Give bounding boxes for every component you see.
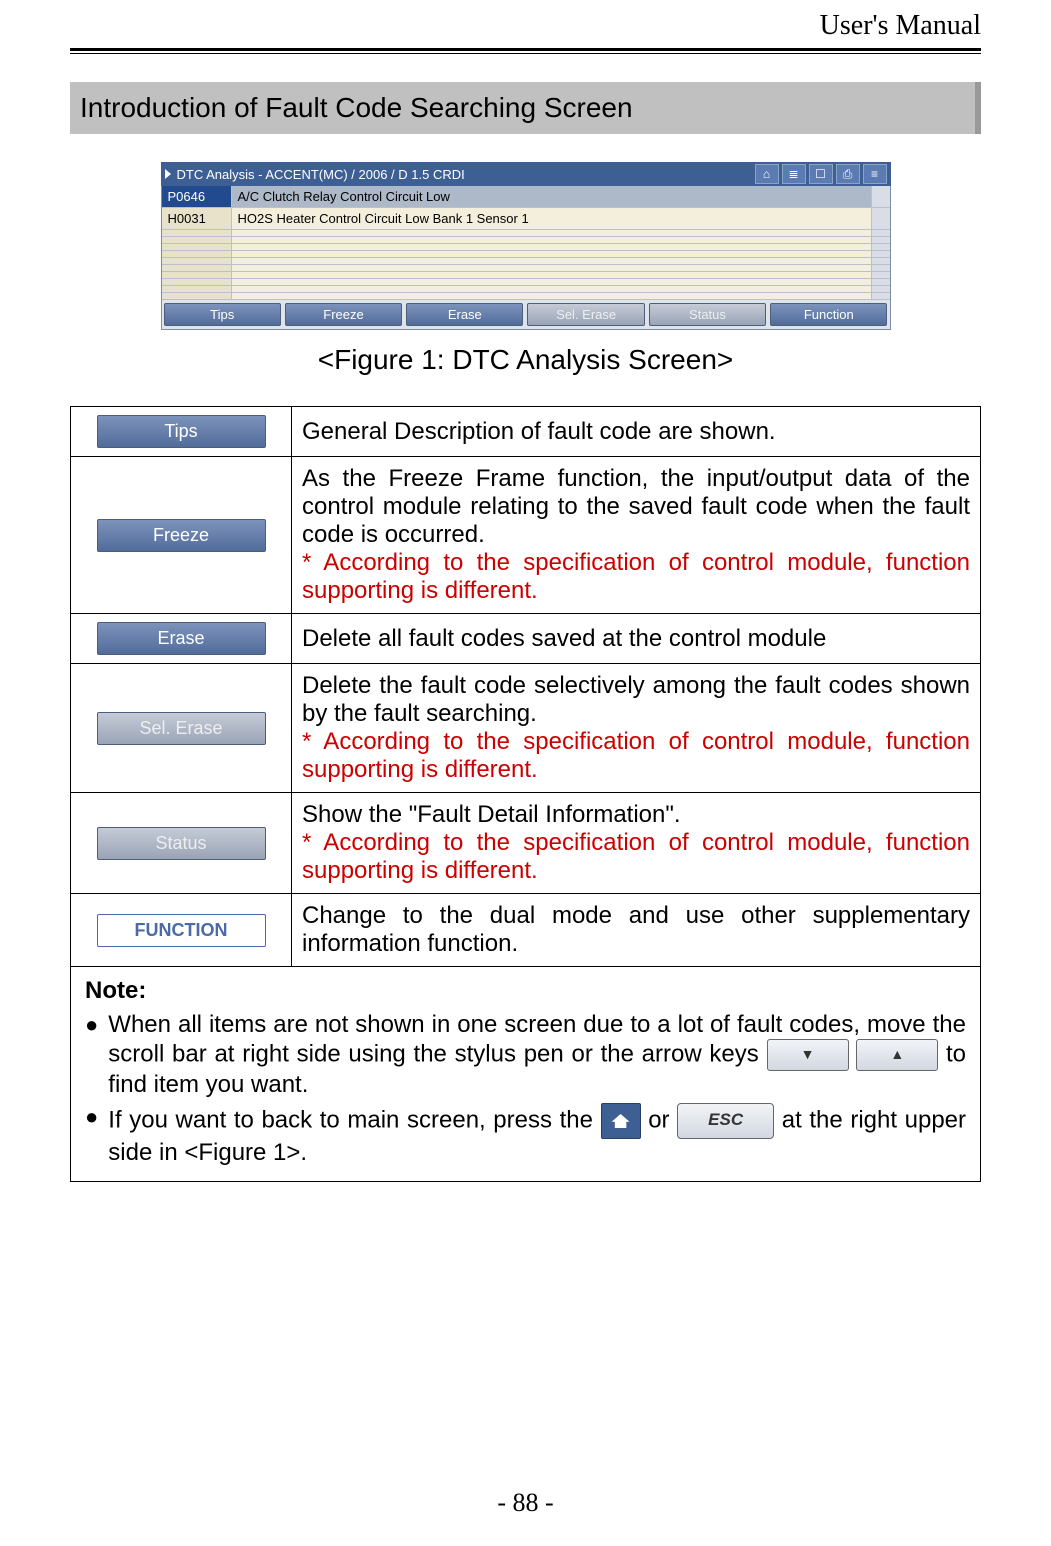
- dtc-cell: [232, 265, 872, 272]
- def-desc: General Description of fault code are sh…: [302, 418, 970, 446]
- dtc-footer-btn-erase[interactable]: Erase: [406, 303, 523, 326]
- dtc-cell: [232, 272, 872, 279]
- def-red-note: * According to the specification of cont…: [302, 728, 970, 784]
- menu-icon[interactable]: ≡: [863, 164, 887, 184]
- note2-text-b: or: [648, 1106, 677, 1133]
- button-definitions-table: Tips General Description of fault code ar…: [70, 406, 981, 1182]
- dtc-cell: [162, 258, 232, 265]
- def-desc: Delete the fault code selectively among …: [302, 672, 970, 728]
- dtc-footer-buttons: TipsFreezeEraseSel. EraseStatusFunction: [161, 300, 891, 330]
- dtc-footer-btn-function[interactable]: Function: [770, 303, 887, 326]
- triangle-icon: [165, 169, 171, 179]
- figure-caption: <Figure 1: DTC Analysis Screen>: [70, 344, 981, 376]
- header-rule-thick: [70, 48, 981, 51]
- scrollbar-track[interactable]: [872, 265, 890, 272]
- esc-key-icon[interactable]: ESC: [677, 1103, 774, 1139]
- scrollbar-track[interactable]: [872, 251, 890, 258]
- scrollbar-track[interactable]: [872, 279, 890, 286]
- dtc-footer-btn-sel-erase: Sel. Erase: [527, 303, 644, 326]
- def-button-status: Status: [97, 827, 266, 860]
- dtc-cell[interactable]: H0031: [162, 208, 232, 230]
- page-header: User's Manual: [70, 0, 981, 48]
- header-rule-thin: [70, 53, 981, 54]
- dtc-footer-btn-freeze[interactable]: Freeze: [285, 303, 402, 326]
- dtc-cell: [162, 272, 232, 279]
- scrollbar-track[interactable]: [872, 208, 890, 230]
- tree-icon[interactable]: ≣: [782, 164, 806, 184]
- home-key-icon[interactable]: [601, 1103, 641, 1139]
- def-desc: Show the "Fault Detail Information".: [302, 801, 970, 829]
- scrollbar-track[interactable]: [872, 237, 890, 244]
- def-red-note: * According to the specification of cont…: [302, 829, 970, 885]
- scrollbar-track[interactable]: [872, 272, 890, 279]
- dtc-titlebar: DTC Analysis - ACCENT(MC) / 2006 / D 1.5…: [161, 162, 891, 186]
- def-desc: Change to the dual mode and use other su…: [302, 902, 970, 958]
- dtc-cell: [162, 230, 232, 237]
- def-button-erase: Erase: [97, 622, 266, 655]
- dtc-cell[interactable]: P0646: [162, 186, 232, 208]
- dtc-cell: [232, 258, 872, 265]
- note-heading: Note:: [85, 977, 966, 1005]
- dtc-cell[interactable]: HO2S Heater Control Circuit Low Bank 1 S…: [232, 208, 872, 230]
- print-icon[interactable]: ⎙: [836, 164, 860, 184]
- dtc-grid: P0646A/C Clutch Relay Control Circuit Lo…: [161, 186, 891, 300]
- dtc-cell: [232, 279, 872, 286]
- dtc-cell: [232, 244, 872, 251]
- dtc-cell: [162, 286, 232, 293]
- arrow-down-key[interactable]: ▼: [767, 1039, 849, 1071]
- dtc-cell: [162, 293, 232, 300]
- dtc-cell: [232, 230, 872, 237]
- dtc-cell: [232, 251, 872, 258]
- dtc-cell[interactable]: A/C Clutch Relay Control Circuit Low: [232, 186, 872, 208]
- def-desc: Delete all fault codes saved at the cont…: [302, 625, 970, 653]
- def-red-note: * According to the specification of cont…: [302, 549, 970, 605]
- note2-text-a: If you want to back to main screen, pres…: [108, 1106, 600, 1133]
- dtc-cell: [162, 251, 232, 258]
- dtc-analysis-screenshot: DTC Analysis - ACCENT(MC) / 2006 / D 1.5…: [161, 162, 891, 330]
- dtc-title: DTC Analysis - ACCENT(MC) / 2006 / D 1.5…: [177, 167, 465, 182]
- dtc-cell: [232, 293, 872, 300]
- note-item-2: ● If you want to back to main screen, pr…: [85, 1103, 966, 1167]
- dtc-footer-btn-tips[interactable]: Tips: [164, 303, 281, 326]
- dtc-cell: [162, 279, 232, 286]
- dtc-cell: [232, 286, 872, 293]
- def-button-freeze: Freeze: [97, 519, 266, 552]
- scrollbar-track[interactable]: [872, 244, 890, 251]
- scrollbar-track[interactable]: [872, 286, 890, 293]
- arrow-up-key[interactable]: ▲: [856, 1039, 938, 1071]
- scrollbar-track[interactable]: [872, 293, 890, 300]
- home-icon[interactable]: ⌂: [755, 164, 779, 184]
- scrollbar-track[interactable]: [872, 186, 890, 208]
- scrollbar-track[interactable]: [872, 230, 890, 237]
- dtc-footer-btn-status: Status: [649, 303, 766, 326]
- def-button-function: FUNCTION: [97, 914, 266, 947]
- section-title: Introduction of Fault Code Searching Scr…: [70, 82, 981, 134]
- dtc-cell: [232, 237, 872, 244]
- def-button-sel-erase: Sel. Erase: [97, 712, 266, 745]
- dtc-cell: [162, 265, 232, 272]
- dtc-cell: [162, 237, 232, 244]
- scrollbar-track[interactable]: [872, 258, 890, 265]
- page-number: - 88 -: [0, 1488, 1051, 1518]
- note-item-1: ● When all items are not shown in one sc…: [85, 1011, 966, 1099]
- dtc-cell: [162, 244, 232, 251]
- chat-icon[interactable]: ☐: [809, 164, 833, 184]
- def-button-tips: Tips: [97, 415, 266, 448]
- def-desc: As the Freeze Frame function, the input/…: [302, 465, 970, 549]
